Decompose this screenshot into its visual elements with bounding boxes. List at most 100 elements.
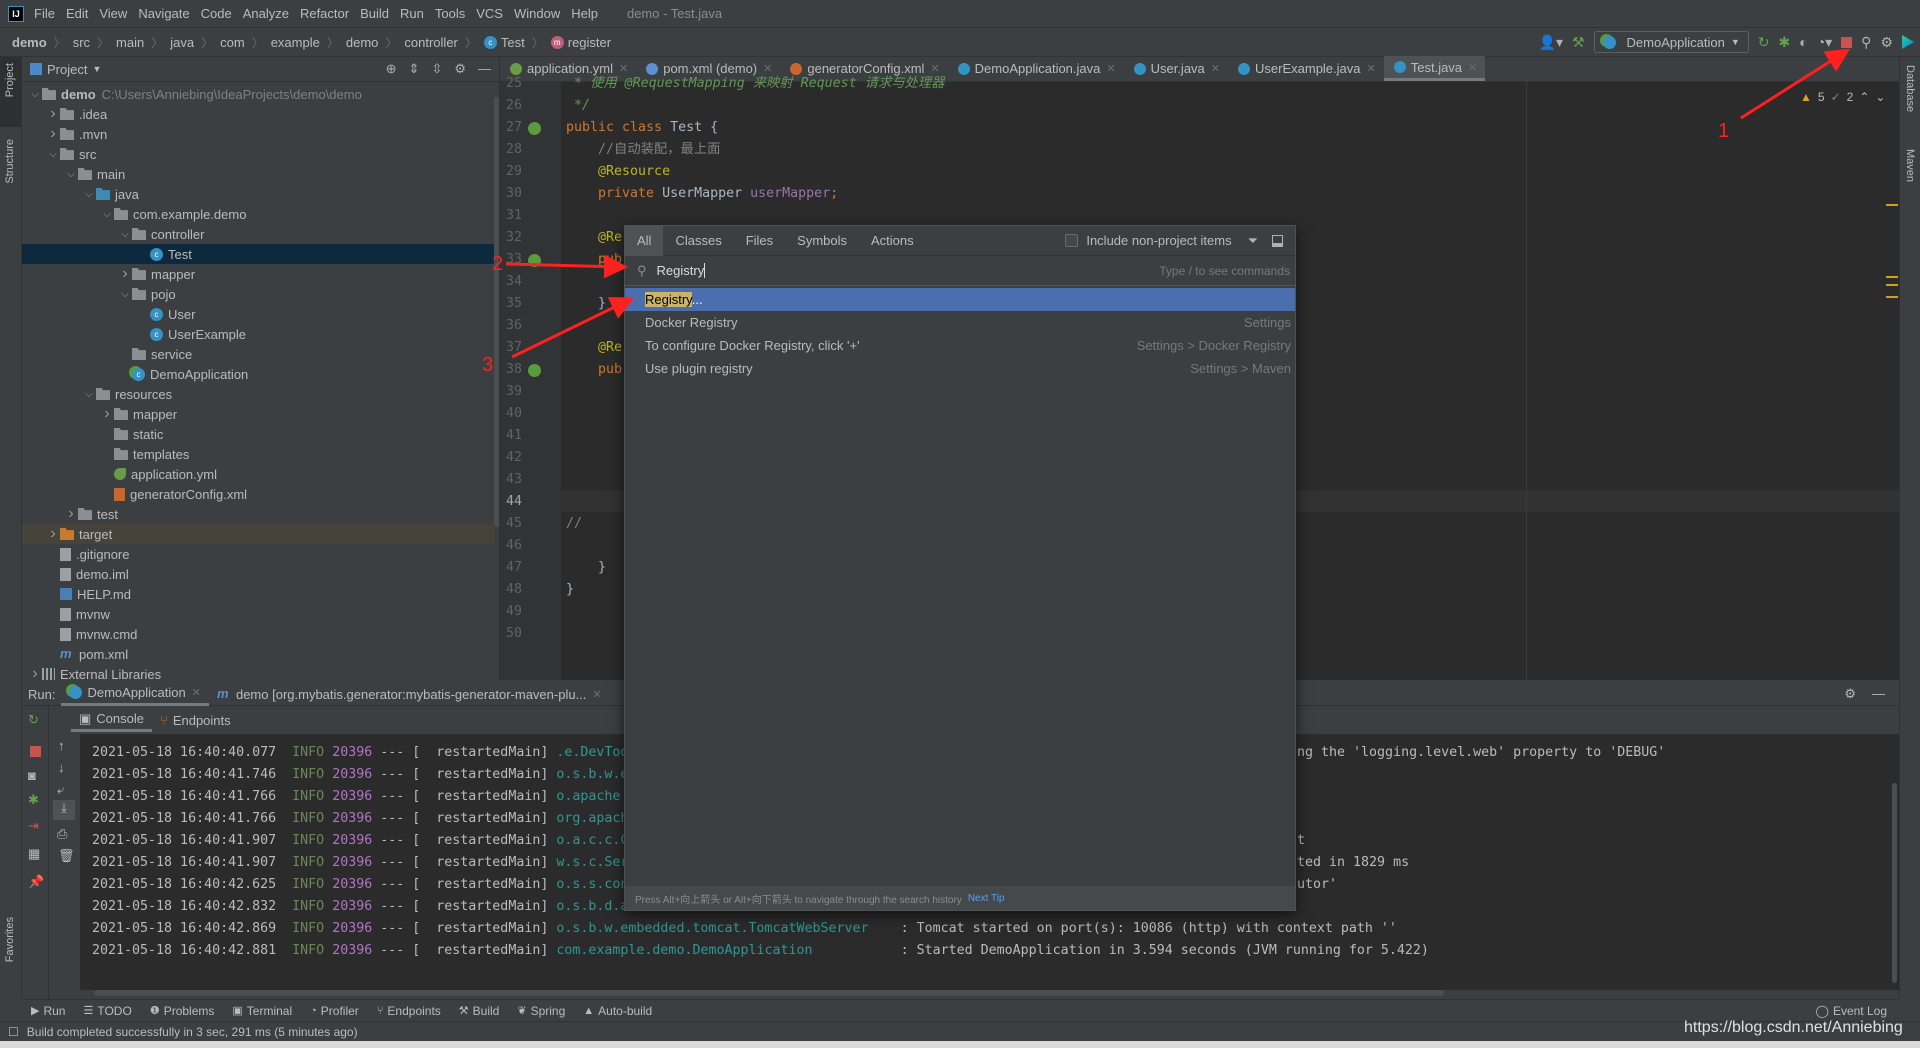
editor-tab[interactable]: User.java ✕ (1124, 56, 1228, 81)
tab-symbols[interactable]: Symbols (785, 226, 859, 256)
chevron-down-icon[interactable]: ⌵ (82, 189, 96, 200)
chevron-down-icon[interactable]: ⌵ (46, 149, 60, 160)
next-highlight-icon[interactable]: ⌄ (1875, 90, 1885, 104)
close-icon[interactable]: ✕ (1106, 62, 1115, 75)
tree-item[interactable]: › test (22, 504, 494, 524)
tree-item[interactable]: .gitignore (22, 544, 494, 564)
editor-tab[interactable]: UserExample.java ✕ (1228, 56, 1384, 81)
menu-view[interactable]: View (99, 6, 127, 21)
editor-tab[interactable]: DemoApplication.java ✕ (948, 56, 1124, 81)
tree-item[interactable]: › mapper (22, 264, 494, 284)
tool-window-todo[interactable]: ☰ TODO (74, 1004, 140, 1018)
run-tab[interactable]: m demo [org.mybatis.generator:mybatis-gen… (209, 683, 610, 706)
maven-tool-button[interactable]: Maven (1904, 149, 1916, 182)
breadcrumb-item[interactable]: 〉 demo (320, 34, 379, 51)
menu-run[interactable]: Run (400, 6, 424, 21)
tree-item[interactable]: c Test (22, 244, 494, 264)
chevron-right-icon[interactable]: › (118, 265, 132, 283)
stop-icon[interactable] (30, 746, 41, 757)
event-log-button[interactable]: ◯ Event Log (1807, 1004, 1899, 1018)
tree-item[interactable]: service (22, 344, 494, 364)
console-horizontal-scrollbar[interactable] (94, 990, 1444, 996)
chevron-down-icon[interactable]: ⌵ (100, 209, 114, 220)
soft-wrap-icon[interactable]: ⤶ (57, 782, 64, 798)
menu-help[interactable]: Help (571, 6, 598, 21)
include-non-project-checkbox[interactable] (1065, 234, 1079, 247)
tree-item[interactable]: › External Libraries (22, 664, 494, 684)
tree-item[interactable]: › mapper (22, 404, 494, 424)
tree-item[interactable]: ⌵ controller (22, 224, 494, 244)
warning-marker[interactable] (1886, 296, 1898, 298)
run-configuration-select[interactable]: DemoApplication ▼ (1593, 31, 1749, 53)
chevron-right-icon[interactable]: › (64, 505, 78, 523)
search-result[interactable]: To configure Docker Registry, click '+' S… (625, 334, 1295, 357)
user-icon[interactable]: 👤▾ (1539, 34, 1563, 51)
tool-window-build[interactable]: ⚒ Build (450, 1004, 509, 1018)
tree-item[interactable]: application.yml (22, 464, 494, 484)
tree-item[interactable]: templates (22, 444, 494, 464)
menu-navigate[interactable]: Navigate (138, 6, 189, 21)
project-tool-button[interactable]: Project (0, 57, 21, 127)
breadcrumb-item[interactable]: 〉 main (90, 34, 144, 51)
rerun-icon[interactable]: ↻ (1758, 34, 1770, 51)
tree-item[interactable]: HELP.md (22, 584, 494, 604)
tree-item[interactable]: ⌵ demo C:\Users\Anniebing\IdeaProjects\dem… (22, 84, 494, 104)
tool-window-profiler[interactable]: ◔ Profiler (301, 1004, 368, 1018)
breadcrumb-item[interactable]: 〉 m register (525, 34, 611, 51)
close-icon[interactable]: ✕ (192, 686, 201, 699)
tool-window-terminal[interactable]: ▣ Terminal (223, 1004, 301, 1018)
inspection-widget[interactable]: ▲ 5 ✓ 2 ⌃ ⌄ (1800, 90, 1885, 104)
search-icon[interactable]: ⚲ (1861, 34, 1871, 51)
breadcrumb-item[interactable]: 〉 controller (378, 34, 457, 51)
breadcrumb-item[interactable]: 〉 src (47, 34, 90, 51)
chevron-down-icon[interactable]: ⌵ (64, 169, 78, 180)
chevron-right-icon[interactable]: › (100, 405, 114, 423)
tool-window-problems[interactable]: ❶ Problems (141, 1004, 224, 1018)
up-arrow-icon[interactable]: ↑ (58, 738, 65, 753)
pin-icon[interactable]: 📌 (28, 874, 44, 890)
tab-endpoints[interactable]: ⑂ Endpoints (152, 709, 239, 732)
search-input[interactable]: Registry (657, 263, 705, 278)
chevron-down-icon[interactable]: ⌵ (118, 289, 132, 300)
profiler-icon[interactable]: ◔▾ (1817, 34, 1832, 51)
gear-icon[interactable]: ⚙ (454, 61, 466, 77)
tree-item[interactable]: c User (22, 304, 494, 324)
scroll-to-end-icon[interactable]: ⤓ (53, 800, 75, 820)
hammer-icon[interactable]: ⚒ (1572, 34, 1585, 51)
tree-item[interactable]: › .idea (22, 104, 494, 124)
menu-code[interactable]: Code (201, 6, 232, 21)
collapse-all-icon[interactable]: ⇳ (431, 61, 442, 77)
tab-classes[interactable]: Classes (663, 226, 733, 256)
next-tip-link[interactable]: Next Tip (968, 893, 1005, 904)
tool-window-spring[interactable]: ❦ Spring (508, 1004, 574, 1018)
spring-bean-icon[interactable] (528, 364, 541, 377)
tree-item[interactable]: ⌵ java (22, 184, 494, 204)
chevron-down-icon[interactable]: ⌵ (82, 389, 96, 400)
tree-item[interactable]: ⌵ src (22, 144, 494, 164)
warning-marker[interactable] (1886, 276, 1898, 278)
search-result[interactable]: Registry... (625, 288, 1295, 311)
chevron-right-icon[interactable]: › (46, 525, 60, 543)
tree-item[interactable]: mvnw (22, 604, 494, 624)
breadcrumb-item[interactable]: demo (12, 35, 47, 50)
menu-window[interactable]: Window (514, 6, 560, 21)
layout-icon[interactable]: ▦ (28, 846, 40, 862)
favorites-tool-button[interactable]: Favorites (4, 917, 16, 962)
close-icon[interactable]: ✕ (1211, 62, 1220, 75)
menu-vcs[interactable]: VCS (476, 6, 503, 21)
close-icon[interactable]: ✕ (1468, 61, 1477, 74)
tab-all[interactable]: All (625, 225, 664, 256)
tree-item[interactable]: c UserExample (22, 324, 494, 344)
warning-marker[interactable] (1886, 284, 1898, 286)
chevron-down-icon[interactable]: ⌵ (28, 89, 42, 100)
tree-item[interactable]: c DemoApplication (22, 364, 494, 384)
expand-all-icon[interactable]: ⇕ (409, 61, 420, 77)
search-result[interactable]: Use plugin registry Settings > Maven (625, 357, 1295, 380)
exit-icon[interactable]: ⇥ (28, 818, 39, 834)
locate-icon[interactable]: ⊕ (386, 61, 397, 77)
close-icon[interactable]: ✕ (1367, 62, 1376, 75)
console-vertical-scrollbar[interactable] (1892, 783, 1897, 983)
project-view-select[interactable]: Project (47, 62, 87, 77)
jetbrains-logo-icon[interactable] (1902, 35, 1914, 49)
chevron-right-icon[interactable]: › (28, 665, 42, 683)
